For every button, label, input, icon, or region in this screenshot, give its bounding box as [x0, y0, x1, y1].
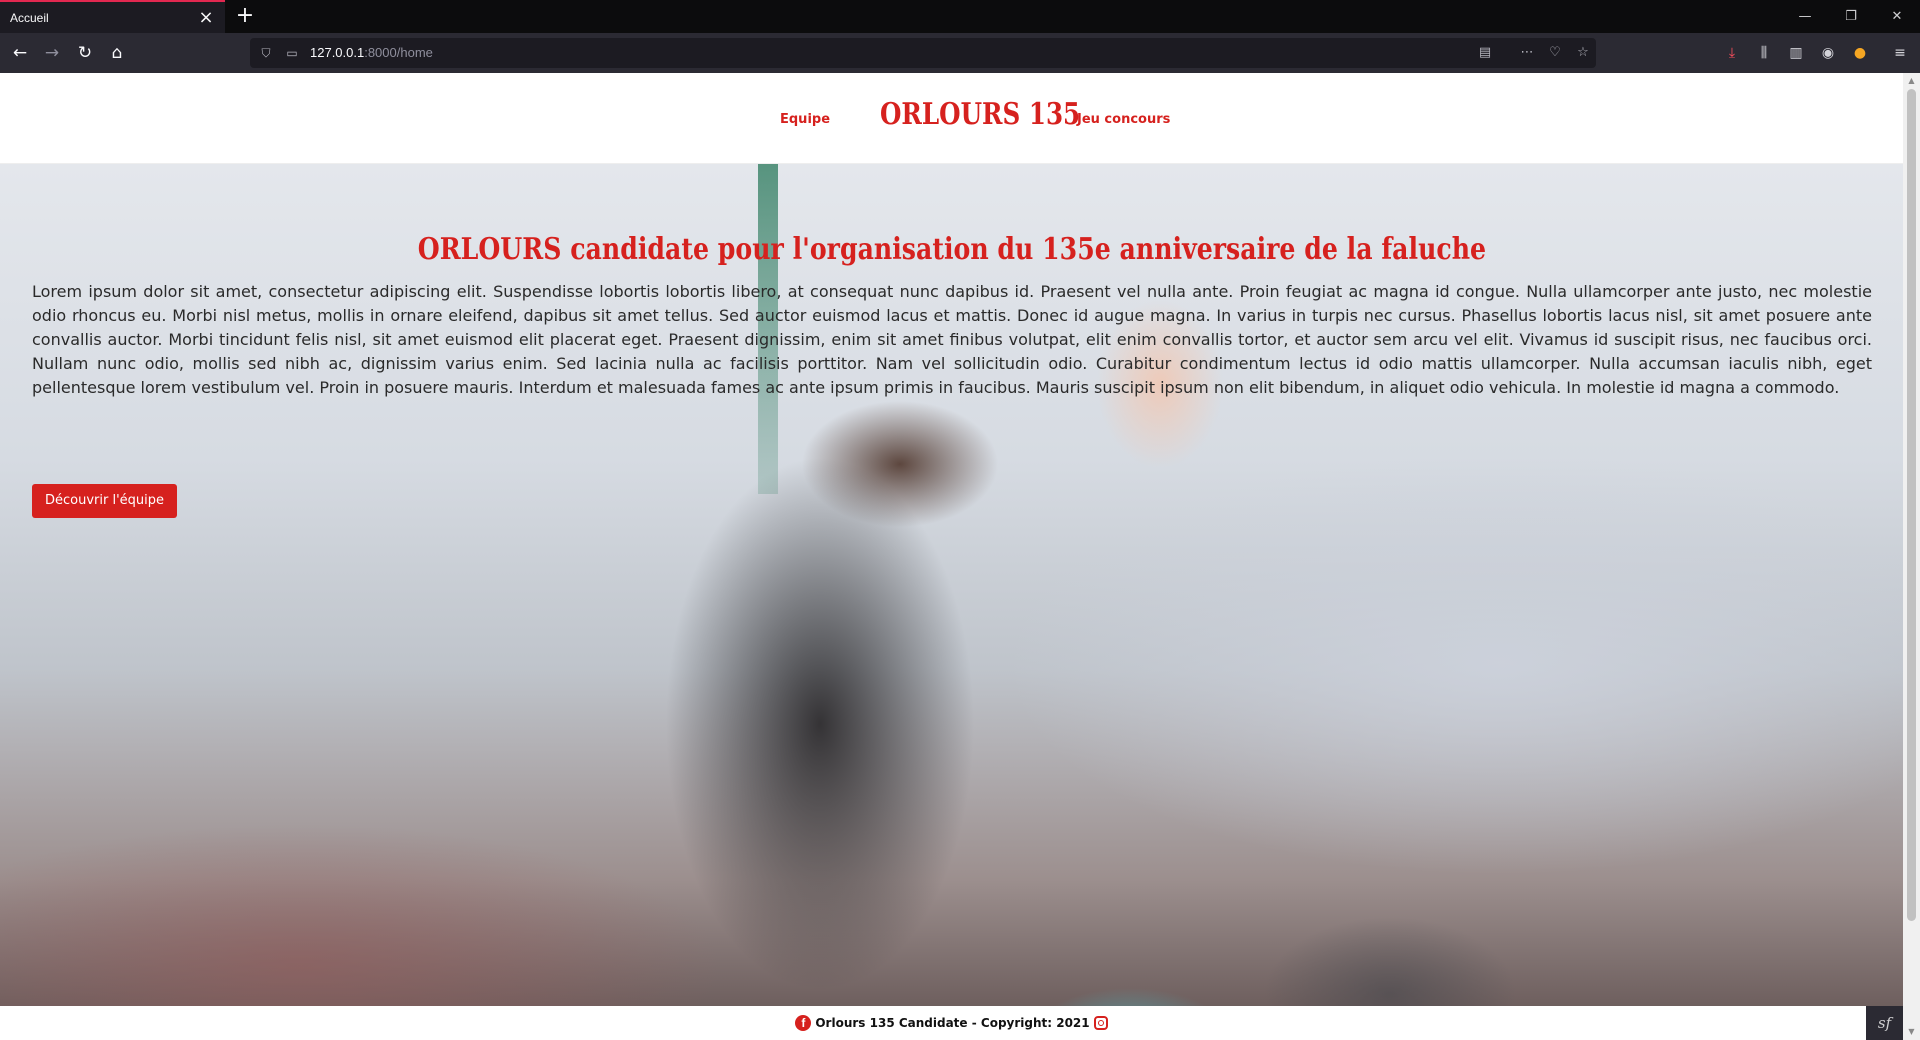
window-controls: — ❐ ✕	[1782, 0, 1920, 33]
footer-copyright: Orlours 135 Candidate - Copyright: 2021	[815, 1016, 1090, 1030]
symfony-toolbar-icon[interactable]: sf	[1866, 1006, 1903, 1040]
library-icon[interactable]: ⫼	[1753, 42, 1775, 64]
minimize-icon[interactable]: —	[1782, 0, 1828, 33]
site-footer: f Orlours 135 Candidate - Copyright: 202…	[0, 1006, 1903, 1040]
discover-team-button[interactable]: Découvrir l'équipe	[32, 484, 178, 518]
footer-content: f Orlours 135 Candidate - Copyright: 202…	[795, 1006, 1108, 1040]
back-icon[interactable]: ←	[7, 40, 33, 66]
forward-icon[interactable]: →	[39, 40, 65, 66]
sidebar-icon[interactable]: ▥	[1785, 42, 1807, 64]
tab-title: Accueil	[10, 10, 49, 25]
nav-link-equipe[interactable]: Equipe	[780, 112, 830, 127]
url-path: :8000/home	[364, 45, 433, 60]
reload-icon[interactable]: ↻	[72, 40, 98, 66]
page-scrollbar[interactable]: ▲ ▼	[1903, 73, 1920, 1040]
facebook-icon[interactable]: f	[795, 1015, 812, 1031]
browser-tab-accueil[interactable]: Accueil ×	[0, 0, 225, 33]
pocket-icon[interactable]: ♡	[1546, 44, 1564, 62]
url-host: 127.0.0.1	[310, 45, 365, 60]
page-actions-icon[interactable]: ⋯	[1518, 44, 1536, 62]
window-close-icon[interactable]: ✕	[1874, 0, 1920, 33]
instagram-icon[interactable]	[1093, 1016, 1108, 1030]
tracking-shield-icon[interactable]: ⛉	[258, 45, 274, 61]
scroll-down-icon[interactable]: ▼	[1906, 1027, 1917, 1037]
hero-text: Lorem ipsum dolor sit amet, consectetur …	[32, 282, 1872, 397]
browser-navbar: ← → ↻ ⌂ ⛉ ▭ 127.0.0.1:8000/home ▤ ⋯ ♡ ☆ …	[0, 33, 1920, 73]
account-icon[interactable]: ◉	[1817, 42, 1839, 64]
new-tab-icon[interactable]: +	[232, 3, 258, 29]
hero-title: ORLOURS candidate pour l'organisation du…	[0, 232, 1903, 267]
restore-icon[interactable]: ❐	[1828, 0, 1874, 33]
scroll-thumb[interactable]	[1907, 89, 1916, 921]
menu-icon[interactable]: ≡	[1889, 42, 1911, 64]
hero-title-text: ORLOURS candidate pour l'organisation du…	[417, 232, 1486, 267]
hero-section: ORLOURS candidate pour l'organisation du…	[0, 164, 1903, 1006]
download-icon[interactable]: ⤓	[1721, 42, 1743, 64]
extension-icon[interactable]: ●	[1849, 42, 1871, 64]
url-bar[interactable]: ⛉ ▭ 127.0.0.1:8000/home ▤ ⋯ ♡ ☆	[250, 38, 1596, 68]
browser-tab-bar: Accueil × + — ❐ ✕	[0, 0, 1920, 33]
scroll-up-icon[interactable]: ▲	[1906, 76, 1917, 86]
home-icon[interactable]: ⌂	[104, 40, 130, 66]
page-info-icon[interactable]: ▭	[284, 45, 300, 61]
site-logo[interactable]: ORLOURS 135	[880, 97, 1080, 132]
nav-link-jeu-concours[interactable]: Jeu concours	[1077, 112, 1170, 127]
tab-close-icon[interactable]: ×	[197, 8, 215, 27]
reader-view-icon[interactable]: ▤	[1476, 44, 1494, 62]
bookmark-star-icon[interactable]: ☆	[1574, 44, 1592, 62]
page-viewport: Equipe ORLOURS 135 Jeu concours ORLOURS …	[0, 73, 1903, 1040]
site-header: Equipe ORLOURS 135 Jeu concours	[0, 73, 1903, 164]
url-text[interactable]: 127.0.0.1:8000/home	[310, 45, 433, 60]
